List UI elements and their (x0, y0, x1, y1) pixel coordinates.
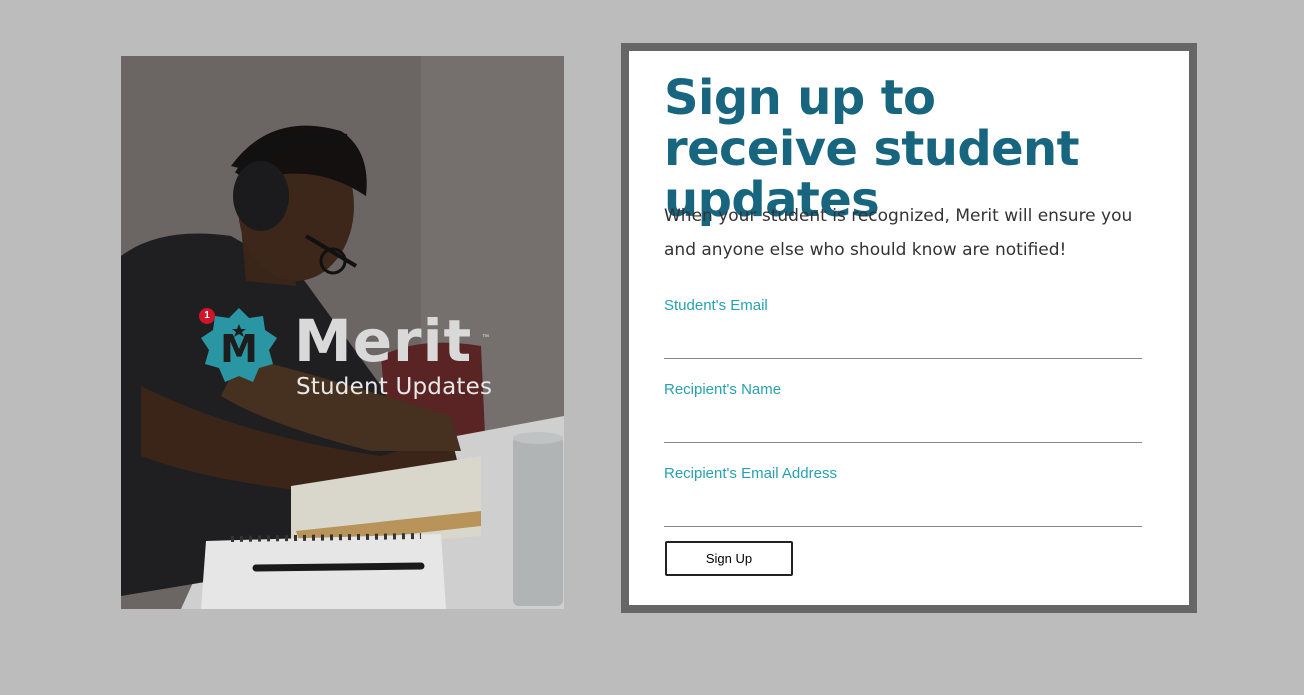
recipient-email-field: Recipient's Email Address (664, 465, 1142, 527)
student-email-field: Student's Email (664, 297, 1142, 359)
recipient-email-input[interactable] (664, 482, 1142, 527)
recipient-name-input[interactable] (664, 398, 1142, 443)
trademark-symbol: ™ (482, 334, 489, 341)
signup-description: When your student is recognized, Merit w… (664, 206, 1133, 260)
sign-up-button[interactable]: Sign Up (665, 541, 793, 576)
recipient-name-label: Recipient's Name (664, 381, 782, 398)
recipient-name-field: Recipient's Name (664, 381, 1142, 443)
student-email-label: Student's Email (664, 297, 768, 314)
recipient-email-label: Recipient's Email Address (664, 465, 837, 482)
brand-subtitle: Student Updates (296, 374, 493, 400)
signup-card: Sign up to receive student updates When … (621, 43, 1197, 613)
notification-badge: 1 (199, 308, 215, 324)
student-email-input[interactable] (664, 314, 1142, 359)
merit-logo: M 1 Merit ™ Student Updates (199, 306, 499, 406)
brand-name: Merit (294, 307, 473, 375)
hero-image: M 1 Merit ™ Student Updates (121, 56, 564, 609)
